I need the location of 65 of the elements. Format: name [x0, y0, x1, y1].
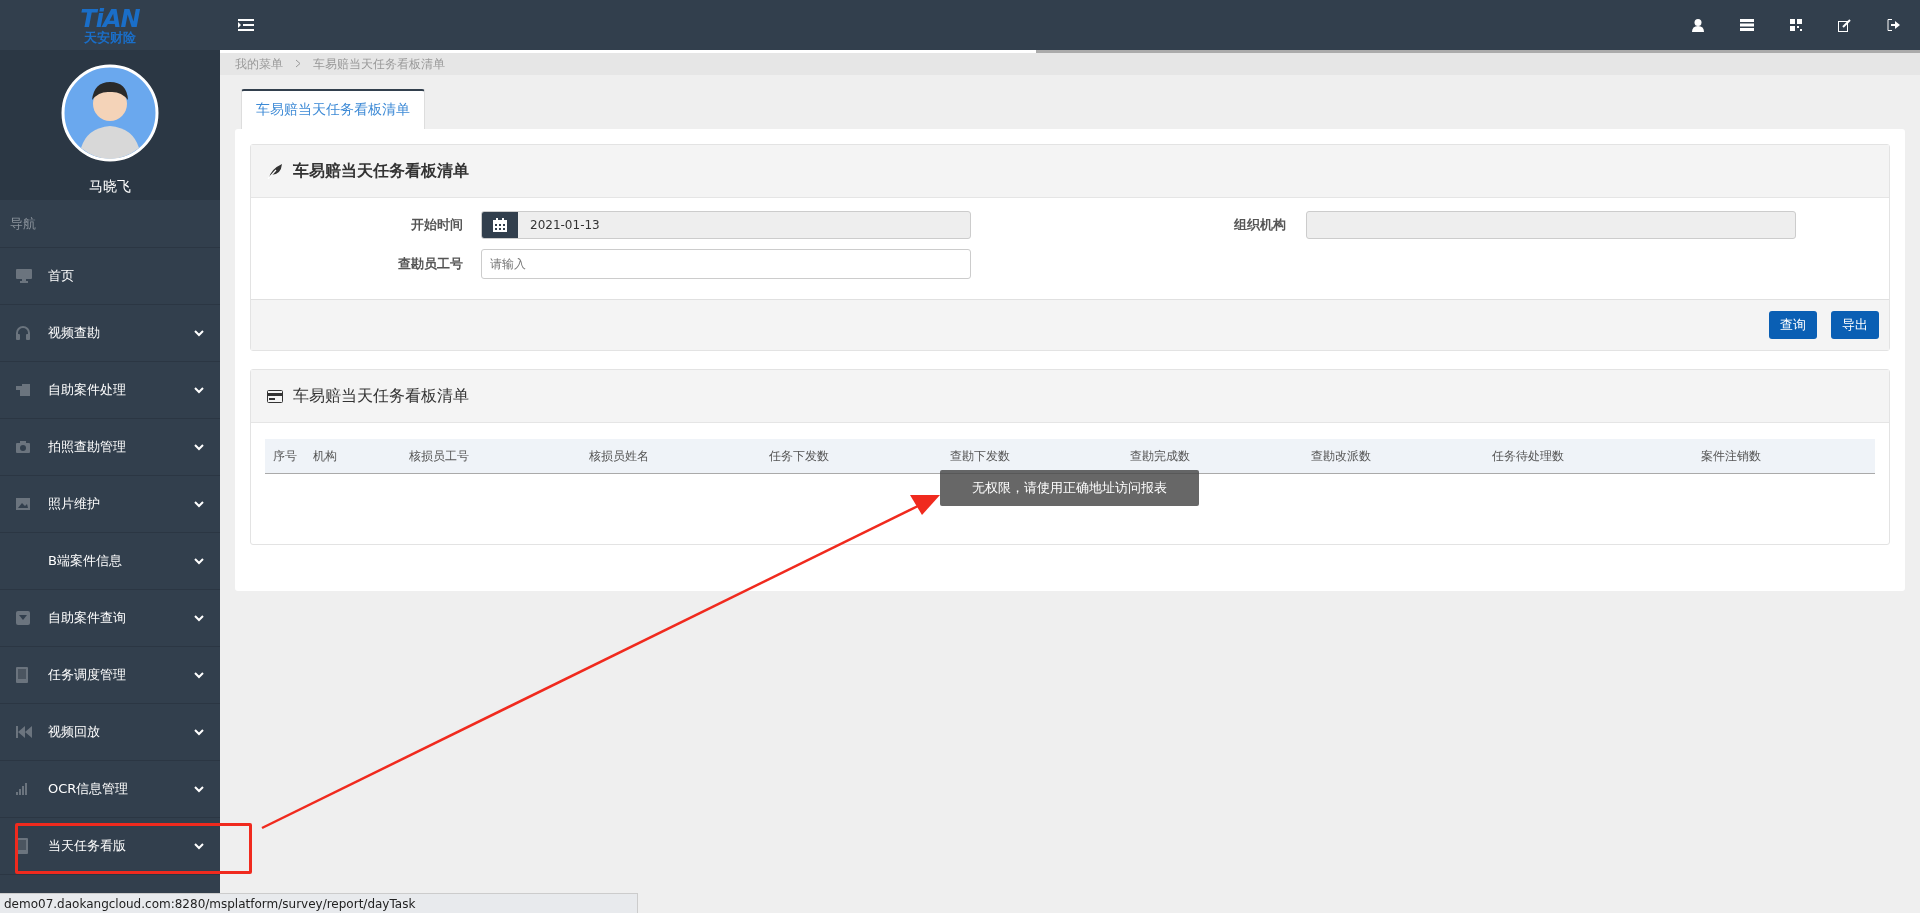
column-header: 机构	[312, 447, 338, 465]
input-field[interactable]: 请输入	[481, 249, 971, 279]
column-header: 查勘完成数	[1129, 447, 1191, 465]
server-icon[interactable]	[1740, 19, 1754, 31]
sidebar-item[interactable]: B端案件信息	[0, 533, 220, 590]
edit-icon[interactable]	[1838, 18, 1851, 32]
nav-heading: 导航	[0, 200, 220, 248]
sidebar-item[interactable]: 当天任务看版	[0, 818, 220, 875]
card-icon	[267, 389, 283, 403]
organization-field[interactable]	[1306, 211, 1796, 239]
chevron-down-icon	[194, 329, 204, 337]
user-name: 马晓飞	[89, 178, 131, 196]
sidebar-item[interactable]: 自助案件查询	[0, 590, 220, 647]
tablet-icon	[16, 667, 28, 683]
column-header: 查勘下发数	[949, 447, 1011, 465]
monitor-icon	[16, 269, 32, 283]
chevron-down-icon	[194, 614, 204, 622]
leaf-icon	[267, 163, 283, 179]
panel-title: 车易赔当天任务看板清单	[293, 160, 469, 182]
sign-out-icon[interactable]	[1887, 19, 1900, 31]
toast-message: 无权限，请使用正确地址访问报表	[940, 470, 1199, 506]
menu-icon[interactable]	[238, 19, 254, 31]
sidebar-item[interactable]: 任务调度管理	[0, 647, 220, 704]
column-header: 任务下发数	[768, 447, 830, 465]
logo: TiAN 天安财险	[79, 3, 141, 47]
column-header: 案件注销数	[1700, 447, 1762, 465]
tab[interactable]: 车易赔当天任务看板清单	[241, 89, 425, 129]
chevron-down-icon	[194, 728, 204, 736]
camera-icon	[16, 441, 30, 453]
date-field[interactable]: 2021-01-13	[481, 211, 971, 239]
chevron-down-icon	[194, 443, 204, 451]
status-bar: demo07.daokangcloud.com:8280/msplatform/survey/report/dayTask	[0, 893, 638, 913]
action-button[interactable]: 查询	[1769, 311, 1817, 339]
chevron-down-icon	[194, 842, 204, 850]
sidebar-item[interactable]: 照片维护	[0, 476, 220, 533]
qrcode-icon[interactable]	[1790, 19, 1802, 31]
sidebar-item[interactable]: 首页	[0, 248, 220, 305]
chevron-down-icon	[194, 386, 204, 394]
image-icon	[16, 498, 30, 510]
sidebar-item[interactable]: 视频回放	[0, 704, 220, 761]
action-button[interactable]: 导出	[1831, 311, 1879, 339]
sidebar-item[interactable]: OCR信息管理	[0, 761, 220, 818]
panel-title: 车易赔当天任务看板清单	[293, 385, 469, 407]
chevron-down-icon	[194, 500, 204, 508]
sidebar-item[interactable]: 拍照查勘管理	[0, 419, 220, 476]
column-header: 核损员工号	[408, 447, 470, 465]
backward-icon	[16, 726, 32, 738]
chevron-down-icon	[194, 785, 204, 793]
field-label: 组织机构	[1233, 216, 1287, 234]
avatar-icon	[61, 64, 159, 162]
chevron-down-icon	[194, 671, 204, 679]
field-label: 查勘员工号	[397, 255, 464, 273]
sidebar-item[interactable]: 自助案件处理	[0, 362, 220, 419]
chevron-down-icon	[194, 557, 204, 565]
column-header: 任务待处理数	[1491, 447, 1565, 465]
headphones-icon	[16, 326, 30, 340]
user-icon[interactable]	[1692, 18, 1704, 32]
field-label: 开始时间	[410, 216, 464, 234]
inbox-icon	[16, 611, 30, 625]
column-header: 序号	[272, 447, 298, 465]
signal-icon	[16, 783, 28, 795]
column-header: 查勘改派数	[1310, 447, 1372, 465]
sidebar-item[interactable]: 视频查勘	[0, 305, 220, 362]
column-header: 核损员姓名	[588, 447, 650, 465]
calendar-icon	[482, 212, 518, 238]
